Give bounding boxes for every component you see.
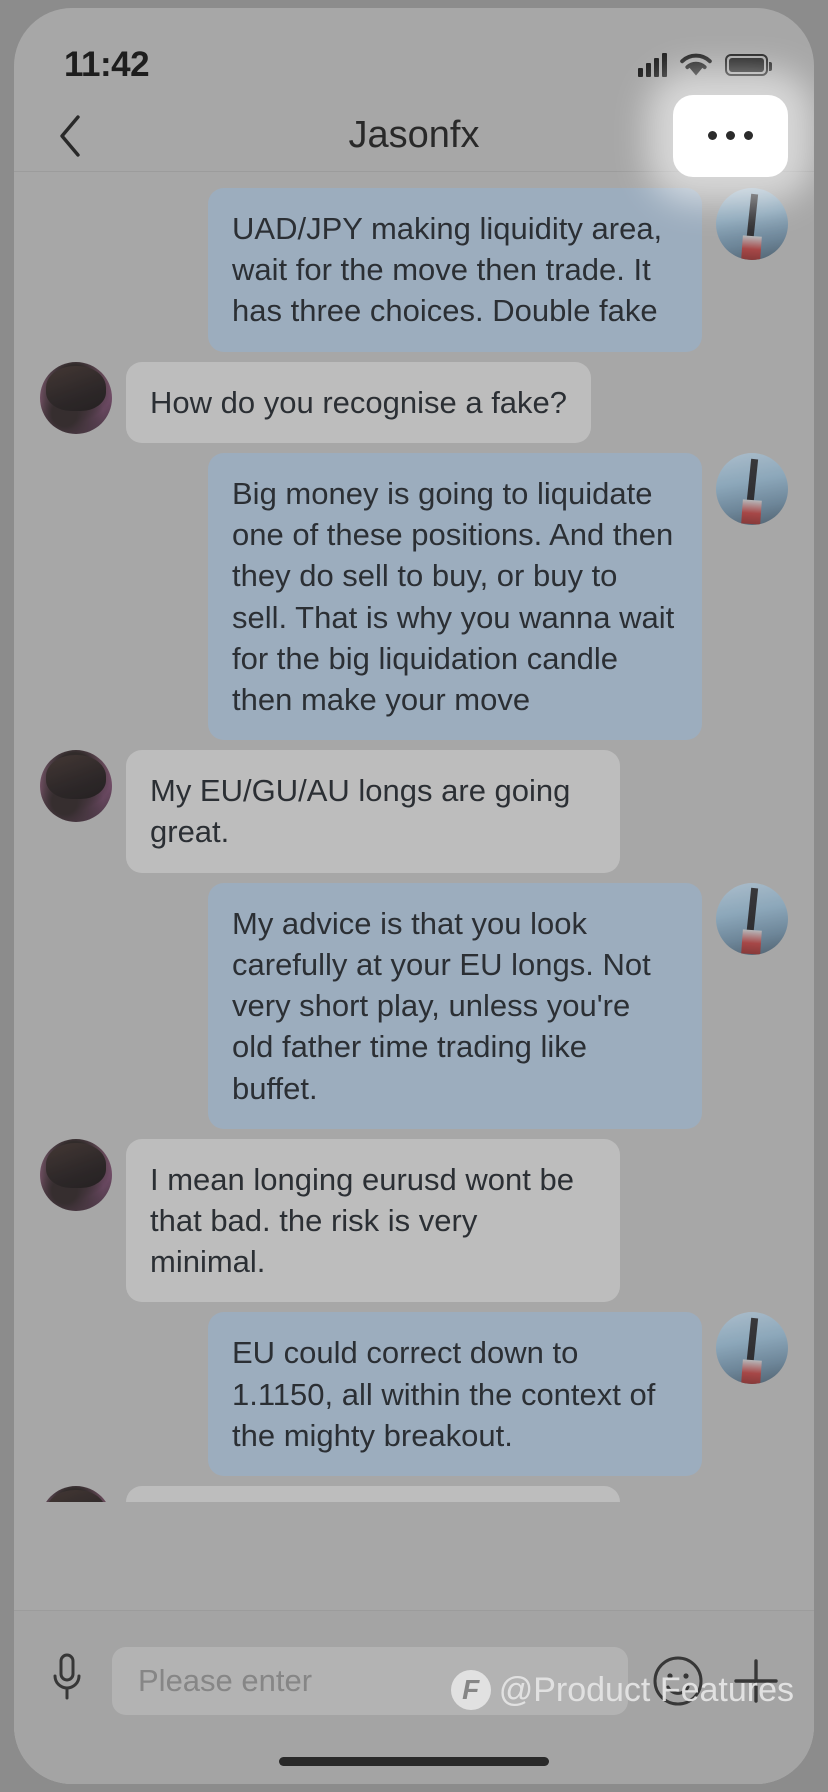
- chevron-left-icon: [60, 114, 80, 157]
- watermark-logo-icon: F: [450, 1670, 491, 1710]
- more-dot: [708, 131, 717, 140]
- message-row: My EU/GU/AU longs are going great.: [40, 750, 788, 873]
- message-bubble[interactable]: EU could correct down to 1.1150, all wit…: [208, 1312, 702, 1477]
- message-row: I mean longing eurusd wont be that bad. …: [40, 1138, 788, 1303]
- avatar-contact[interactable]: [40, 1486, 112, 1502]
- back-button[interactable]: [40, 106, 100, 166]
- more-dot: [744, 131, 753, 140]
- avatar-self[interactable]: [716, 188, 788, 260]
- status-bar: 11:42: [14, 8, 814, 100]
- message-bubble[interactable]: How do you recognise a fake?: [126, 361, 592, 443]
- message-list[interactable]: UAD/JPY making liquidity area, wait for …: [14, 172, 814, 1502]
- message-bubble[interactable]: Either way, I don't see EU dropping back…: [126, 1486, 620, 1502]
- status-time: 11:42: [64, 45, 150, 84]
- message-bubble[interactable]: UAD/JPY making liquidity area, wait for …: [208, 188, 702, 352]
- message-row: How do you recognise a fake?: [40, 361, 788, 443]
- microphone-button[interactable]: [44, 1647, 90, 1709]
- message-row: UAD/JPY making liquidity area, wait for …: [40, 188, 788, 352]
- avatar-contact[interactable]: [40, 750, 112, 823]
- watermark-text: @Product Features: [498, 1670, 794, 1709]
- more-options-button[interactable]: [673, 94, 788, 177]
- avatar-contact[interactable]: [40, 1138, 112, 1211]
- battery-full-icon: [725, 54, 772, 76]
- avatar-self[interactable]: [716, 1312, 788, 1385]
- nav-bar: Jasonfx: [14, 94, 814, 177]
- message-input-placeholder: Please enter: [138, 1663, 313, 1698]
- home-indicator[interactable]: [279, 1757, 549, 1766]
- avatar-contact[interactable]: [40, 361, 112, 434]
- message-bubble[interactable]: My advice is that you look carefully at …: [208, 882, 702, 1129]
- wifi-icon: [680, 53, 712, 76]
- avatar-self[interactable]: [716, 882, 788, 955]
- message-row: Big money is going to liquidate one of t…: [40, 452, 788, 741]
- phone-screenshot: 11:42 Jasonfx UAD/JPY making liquidity a…: [0, 0, 828, 1792]
- message-row: My advice is that you look carefully at …: [40, 882, 788, 1129]
- message-row: EU could correct down to 1.1150, all wit…: [40, 1312, 788, 1477]
- message-bubble[interactable]: I mean longing eurusd wont be that bad. …: [126, 1138, 620, 1303]
- status-icons: [638, 52, 772, 78]
- message-bubble[interactable]: My EU/GU/AU longs are going great.: [126, 750, 620, 873]
- message-row: Either way, I don't see EU dropping back…: [40, 1486, 788, 1502]
- microphone-icon: [53, 1653, 81, 1700]
- phone-screen: 11:42 Jasonfx UAD/JPY making liquidity a…: [14, 8, 814, 1784]
- cellular-signal-icon: [638, 53, 667, 77]
- more-dot: [726, 131, 735, 140]
- watermark: F @Product Features: [450, 1670, 794, 1710]
- avatar-self[interactable]: [716, 452, 788, 525]
- message-bubble[interactable]: Big money is going to liquidate one of t…: [208, 452, 702, 741]
